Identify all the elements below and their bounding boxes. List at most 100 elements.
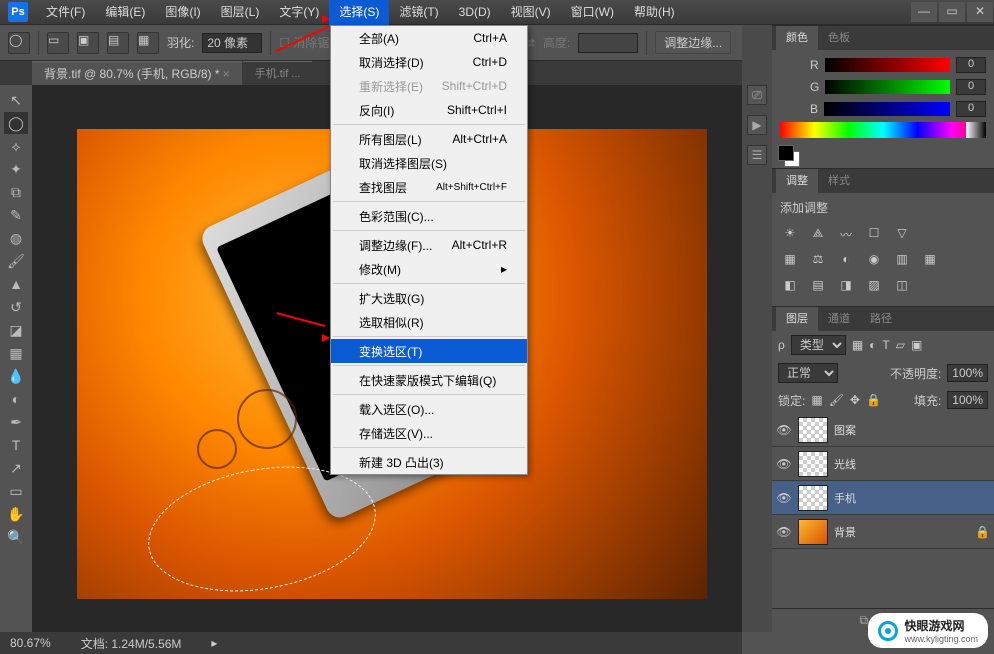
selection-new-icon[interactable]: ▭ [47,32,69,54]
lock-all-icon[interactable]: 🔒 [866,393,881,407]
tab-adjustments[interactable]: 调整 [776,169,818,193]
menu-similar[interactable]: 选取相似(R) [331,310,527,334]
lock-transparent-icon[interactable]: ▦ [811,393,822,407]
layer-thumb[interactable] [798,485,828,511]
layer-name[interactable]: 光线 [834,456,856,472]
menu-layer[interactable]: 图层(L) [211,0,270,25]
tab-layers[interactable]: 图层 [776,307,818,331]
layer-name[interactable]: 手机 [834,490,856,506]
eraser-tool-icon[interactable]: ◪ [4,319,28,341]
actions-panel-icon[interactable]: ▶ [747,115,767,135]
link-layers-icon[interactable]: ⧉ [860,613,869,628]
adj-levels-icon[interactable]: ⟁ [808,226,828,244]
color-spectrum[interactable] [780,122,986,138]
menu-all-layers[interactable]: 所有图层(L)Alt+Ctrl+A [331,127,527,151]
menu-select-all[interactable]: 全部(A)Ctrl+A [331,26,527,50]
adj-lookup-icon[interactable]: ▦ [920,252,940,270]
r-slider[interactable] [825,58,950,72]
layer-row[interactable]: 👁 手机 [772,481,994,515]
dodge-tool-icon[interactable]: ◐ [4,388,28,410]
layer-row[interactable]: 👁 背景 🔒 [772,515,994,549]
adj-selective-icon[interactable]: ◫ [892,278,912,296]
filter-smart-icon[interactable]: ▣ [911,338,922,352]
properties-panel-icon[interactable]: ☰ [747,145,767,165]
layer-filter-select[interactable]: 类型 [791,335,846,355]
minimize-button[interactable]: — [911,2,937,22]
visibility-icon[interactable]: 👁 [776,491,792,505]
layer-thumb[interactable] [798,519,828,545]
selection-intersect-icon[interactable]: ▦ [137,32,159,54]
menu-edit[interactable]: 编辑(E) [95,0,155,25]
zoom-tool-icon[interactable]: 🔍 [4,526,28,548]
filter-pixel-icon[interactable]: ▦ [852,338,863,352]
menu-help[interactable]: 帮助(H) [624,0,685,25]
pen-tool-icon[interactable]: ✒ [4,411,28,433]
lock-position-icon[interactable]: ✥ [850,393,860,407]
menu-inverse[interactable]: 反向(I)Shift+Ctrl+I [331,98,527,122]
menu-view[interactable]: 视图(V) [501,0,561,25]
menu-deselect[interactable]: 取消选择(D)Ctrl+D [331,50,527,74]
history-brush-icon[interactable]: ↺ [4,296,28,318]
adj-curves-icon[interactable]: 〰 [836,226,856,244]
layer-name[interactable]: 背景 [834,524,856,540]
menu-filter[interactable]: 滤镜(T) [389,0,448,25]
menu-image[interactable]: 图像(I) [155,0,210,25]
adj-poster-icon[interactable]: ▤ [808,278,828,296]
menu-load-selection[interactable]: 载入选区(O)... [331,397,527,421]
menu-save-selection[interactable]: 存储选区(V)... [331,421,527,445]
eyedropper-tool-icon[interactable]: ✎ [4,204,28,226]
filter-type-icon[interactable]: T [882,338,889,352]
adj-photo-filter-icon[interactable]: ◉ [864,252,884,270]
menu-color-range[interactable]: 色彩范围(C)... [331,204,527,228]
tab-color[interactable]: 颜色 [776,26,818,50]
stamp-tool-icon[interactable]: ▲ [4,273,28,295]
adj-bw-icon[interactable]: ◐ [836,252,856,270]
menu-refine-edge[interactable]: 调整边缘(F)...Alt+Ctrl+R [331,233,527,257]
opacity-value[interactable]: 100% [947,364,988,382]
layer-name[interactable]: 图案 [834,422,856,438]
menu-file[interactable]: 文件(F) [36,0,95,25]
path-tool-icon[interactable]: ↗ [4,457,28,479]
crop-tool-icon[interactable]: ⧉ [4,181,28,203]
b-slider[interactable] [824,102,950,116]
g-value[interactable]: 0 [956,79,986,95]
close-button[interactable]: ✕ [967,2,993,22]
visibility-icon[interactable]: 👁 [776,525,792,539]
adj-vibrance-icon[interactable]: ▽ [892,226,912,244]
gradient-tool-icon[interactable]: ▦ [4,342,28,364]
g-slider[interactable] [825,80,950,94]
selection-add-icon[interactable]: ▣ [77,32,99,54]
menu-grow[interactable]: 扩大选取(G) [331,286,527,310]
blend-mode-select[interactable]: 正常 [778,363,838,383]
tab-paths[interactable]: 路径 [860,307,902,331]
doc-tab-active[interactable]: 背景.tif @ 80.7% (手机, RGB/8) * × [32,61,242,85]
r-value[interactable]: 0 [956,57,986,73]
menu-transform-selection[interactable]: 变换选区(T) [331,339,527,363]
adj-hue-icon[interactable]: ▦ [780,252,800,270]
heal-tool-icon[interactable]: ◍ [4,227,28,249]
doc-tab-inactive[interactable]: 手机.tif ... [243,61,313,85]
fill-value[interactable]: 100% [947,391,988,409]
move-tool-icon[interactable]: ↖ [4,89,28,111]
lock-pixels-icon[interactable]: 🖌 [829,393,844,407]
marquee-tool-icon[interactable]: ◯ [4,112,28,134]
type-tool-icon[interactable]: T [4,434,28,456]
layer-thumb[interactable] [798,451,828,477]
adj-gradient-icon[interactable]: ▨ [864,278,884,296]
hand-tool-icon[interactable]: ✋ [4,503,28,525]
adj-mixer-icon[interactable]: ▥ [892,252,912,270]
lasso-tool-icon[interactable]: ⟡ [4,135,28,157]
blur-tool-icon[interactable]: 💧 [4,365,28,387]
menu-type[interactable]: 文字(Y) [269,0,329,25]
layer-row[interactable]: 👁 图案 [772,413,994,447]
menu-select[interactable]: 选择(S) [329,0,389,25]
adj-exposure-icon[interactable]: ☐ [864,226,884,244]
shape-tool-icon[interactable]: ▭ [4,480,28,502]
tab-styles[interactable]: 样式 [818,169,860,193]
adj-brightness-icon[interactable]: ☀ [780,226,800,244]
selection-subtract-icon[interactable]: ▤ [107,32,129,54]
visibility-icon[interactable]: 👁 [776,423,792,437]
brush-tool-icon[interactable]: 🖌 [4,250,28,272]
tab-swatches[interactable]: 色板 [818,26,860,50]
layer-thumb[interactable] [798,417,828,443]
